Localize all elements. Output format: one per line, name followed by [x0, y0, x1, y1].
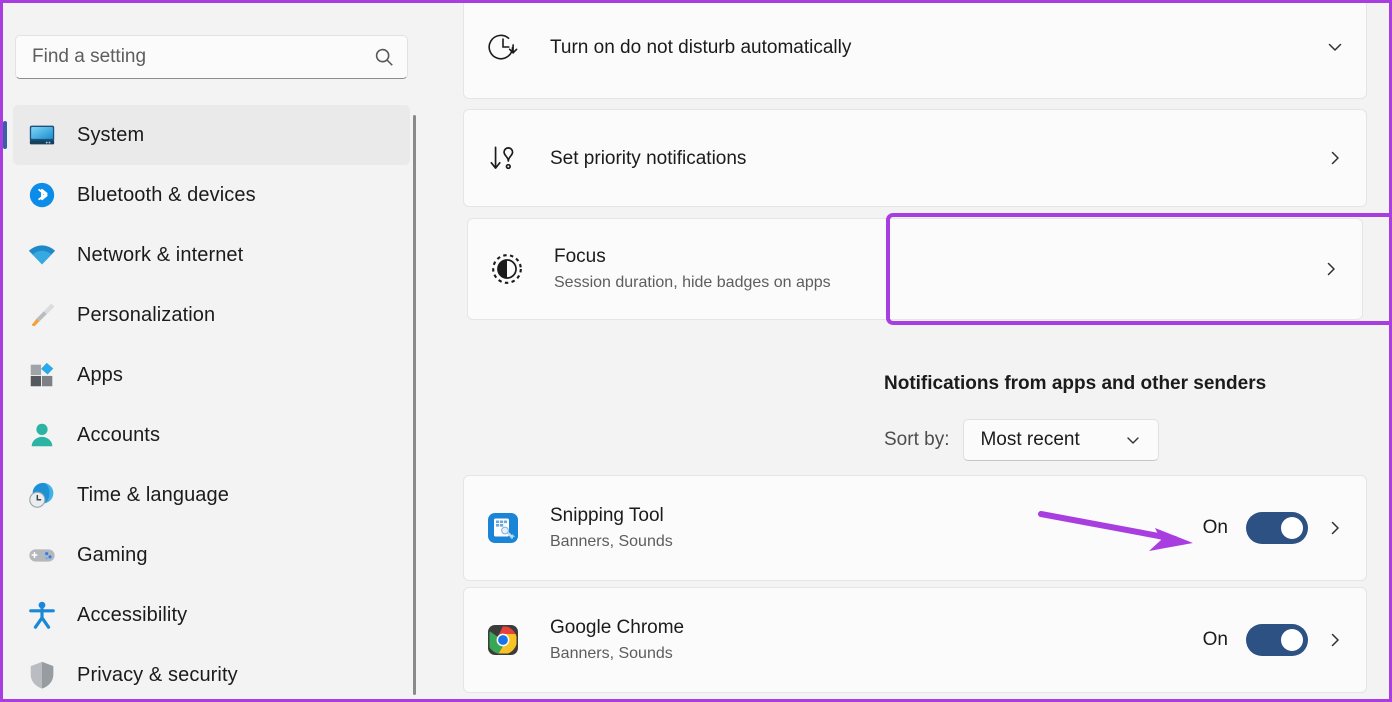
sidebar-item-accounts[interactable]: Accounts	[13, 405, 410, 465]
sidebar-item-bluetooth-devices[interactable]: Bluetooth & devices	[13, 165, 410, 225]
system-monitor-icon	[27, 120, 57, 150]
sort-by-label: Sort by:	[884, 429, 950, 450]
sidebar-nav: System Bluetooth & devices Network & int…	[3, 105, 420, 697]
snipping-tool-icon	[486, 511, 520, 545]
row-title: Turn on do not disturb automatically	[550, 36, 852, 58]
app-name: Google Chrome	[550, 617, 685, 638]
sidebar-item-label: Privacy & security	[77, 663, 238, 686]
chrome-icon	[486, 623, 520, 657]
settings-window: System Bluetooth & devices	[0, 0, 1392, 702]
sort-by-row: Sort by: Most recent	[884, 419, 1160, 461]
row-focus[interactable]: Focus Session duration, hide badges on a…	[467, 218, 1363, 320]
wifi-icon	[27, 240, 57, 270]
sidebar-scrollbar-thumb[interactable]	[413, 115, 416, 695]
sidebar-item-network-internet[interactable]: Network & internet	[13, 225, 410, 285]
priority-arrow-icon	[486, 141, 520, 175]
sidebar-scrollbar[interactable]	[410, 107, 420, 699]
sidebar-item-label: Network & internet	[77, 243, 244, 266]
sidebar-item-system[interactable]: System	[3, 105, 410, 165]
shield-icon	[27, 660, 57, 690]
search-input[interactable]	[32, 46, 373, 68]
toggle-knob	[1281, 629, 1303, 651]
chevron-down-icon[interactable]	[1124, 431, 1142, 449]
app-notifications-toggle[interactable]	[1246, 624, 1308, 656]
app-subtitle: Banners, Sounds	[550, 645, 673, 662]
chevron-right-icon[interactable]	[1326, 149, 1344, 167]
row-title: Focus	[554, 246, 606, 267]
sidebar-item-accessibility[interactable]: Accessibility	[13, 585, 410, 645]
chevron-down-icon[interactable]	[1326, 38, 1344, 56]
row-title: Set priority notifications	[550, 147, 747, 169]
app-toggle-state: On	[1202, 629, 1228, 650]
row-app-google-chrome[interactable]: Google Chrome Banners, Sounds On	[463, 587, 1367, 693]
app-notifications-toggle[interactable]	[1246, 512, 1308, 544]
sidebar-item-label: Gaming	[77, 543, 148, 566]
bluetooth-icon	[27, 180, 57, 210]
sidebar-item-label: Accounts	[77, 423, 161, 446]
sidebar-item-gaming[interactable]: Gaming	[13, 525, 410, 585]
chevron-right-icon[interactable]	[1326, 519, 1344, 537]
sidebar-item-time-language[interactable]: Time & language	[13, 465, 410, 525]
sidebar-item-label: Bluetooth & devices	[77, 183, 256, 206]
sidebar-item-label: Time & language	[77, 483, 229, 506]
clock-history-icon	[486, 30, 520, 64]
row-set-priority-notifications[interactable]: Set priority notifications	[463, 109, 1367, 207]
focus-timer-icon	[490, 252, 524, 286]
main-content: Turn on do not disturb automatically Set…	[420, 3, 1389, 699]
paintbrush-icon	[27, 300, 57, 330]
app-toggle-state: On	[1202, 517, 1228, 538]
row-do-not-disturb[interactable]: Turn on do not disturb automatically	[463, 3, 1367, 99]
person-icon	[27, 420, 57, 450]
sort-by-value: Most recent	[980, 429, 1080, 450]
search-box[interactable]	[15, 35, 408, 79]
search-icon[interactable]	[373, 46, 395, 68]
sidebar-item-label: Accessibility	[77, 603, 188, 626]
app-subtitle: Banners, Sounds	[550, 533, 673, 550]
sidebar-item-label: System	[77, 123, 145, 146]
toggle-knob	[1281, 517, 1303, 539]
sidebar-item-label: Apps	[77, 363, 123, 386]
sidebar-item-apps[interactable]: Apps	[13, 345, 410, 405]
app-name: Snipping Tool	[550, 505, 664, 526]
apps-blocks-icon	[27, 360, 57, 390]
row-app-snipping-tool[interactable]: Snipping Tool Banners, Sounds On	[463, 475, 1367, 581]
section-heading: Notifications from apps and other sender…	[884, 373, 1267, 394]
row-subtitle: Session duration, hide badges on apps	[554, 274, 831, 291]
sidebar: System Bluetooth & devices	[3, 3, 420, 699]
sort-by-dropdown[interactable]: Most recent	[963, 419, 1160, 461]
chevron-right-icon[interactable]	[1322, 260, 1340, 278]
sidebar-item-privacy-security[interactable]: Privacy & security	[13, 645, 410, 697]
sidebar-item-label: Personalization	[77, 303, 216, 326]
accessibility-icon	[27, 600, 57, 630]
sidebar-item-personalization[interactable]: Personalization	[13, 285, 410, 345]
gamepad-icon	[27, 540, 57, 570]
clock-globe-icon	[27, 480, 57, 510]
chevron-right-icon[interactable]	[1326, 631, 1344, 649]
